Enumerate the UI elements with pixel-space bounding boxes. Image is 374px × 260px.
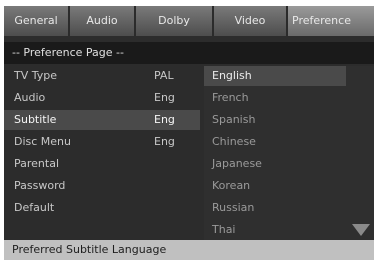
setting-row-audio[interactable]: Audio Eng — [4, 88, 200, 108]
setting-row-parental[interactable]: Parental — [4, 154, 200, 174]
setting-label: Password — [14, 179, 66, 192]
language-option-french[interactable]: French — [204, 88, 374, 108]
setting-label: Parental — [14, 157, 60, 170]
language-label: Spanish — [212, 113, 256, 126]
tab-video[interactable]: Video — [214, 6, 288, 36]
setting-label: Subtitle — [14, 113, 57, 126]
setting-row-disc-menu[interactable]: Disc Menu Eng — [4, 132, 200, 152]
language-label: Russian — [212, 201, 255, 214]
page-title: -- Preference Page -- — [4, 42, 374, 64]
setting-row-default[interactable]: Default — [4, 198, 200, 218]
setting-label: Audio — [14, 91, 46, 104]
setting-label: Default — [14, 201, 55, 214]
setting-value: Eng — [154, 91, 175, 104]
setting-row-password[interactable]: Password — [4, 176, 200, 196]
language-label: English — [212, 69, 252, 82]
language-options-list: English French Spanish Chinese Japanese … — [204, 66, 374, 244]
tab-general[interactable]: General — [4, 6, 70, 36]
language-option-russian[interactable]: Russian — [204, 198, 374, 218]
tab-preference[interactable]: Preference — [288, 6, 374, 36]
language-label: French — [212, 91, 249, 104]
tab-dolby[interactable]: Dolby — [136, 6, 214, 36]
language-option-english[interactable]: English — [204, 66, 346, 86]
language-option-chinese[interactable]: Chinese — [204, 132, 374, 152]
triangle-down-icon[interactable] — [352, 224, 370, 236]
setting-row-tv-type[interactable]: TV Type PAL — [4, 66, 200, 86]
language-label: Japanese — [212, 157, 262, 170]
language-option-japanese[interactable]: Japanese — [204, 154, 374, 174]
language-option-thai[interactable]: Thai — [204, 220, 374, 240]
tab-bar: General Audio Dolby Video Preference — [4, 6, 374, 36]
setting-label: TV Type — [14, 69, 58, 82]
dvd-setup-screen: General Audio Dolby Video Preference -- … — [4, 6, 374, 260]
tab-audio[interactable]: Audio — [70, 6, 136, 36]
setting-row-subtitle[interactable]: Subtitle Eng — [4, 110, 200, 130]
language-label: Chinese — [212, 135, 256, 148]
setting-value: Eng — [154, 113, 175, 126]
language-label: Thai — [212, 223, 236, 236]
status-bar: Preferred Subtitle Language — [4, 240, 374, 260]
language-label: Korean — [212, 179, 251, 192]
setting-value: Eng — [154, 135, 175, 148]
setting-label: Disc Menu — [14, 135, 72, 148]
setting-value: PAL — [154, 69, 174, 82]
language-option-korean[interactable]: Korean — [204, 176, 374, 196]
language-option-spanish[interactable]: Spanish — [204, 110, 374, 130]
